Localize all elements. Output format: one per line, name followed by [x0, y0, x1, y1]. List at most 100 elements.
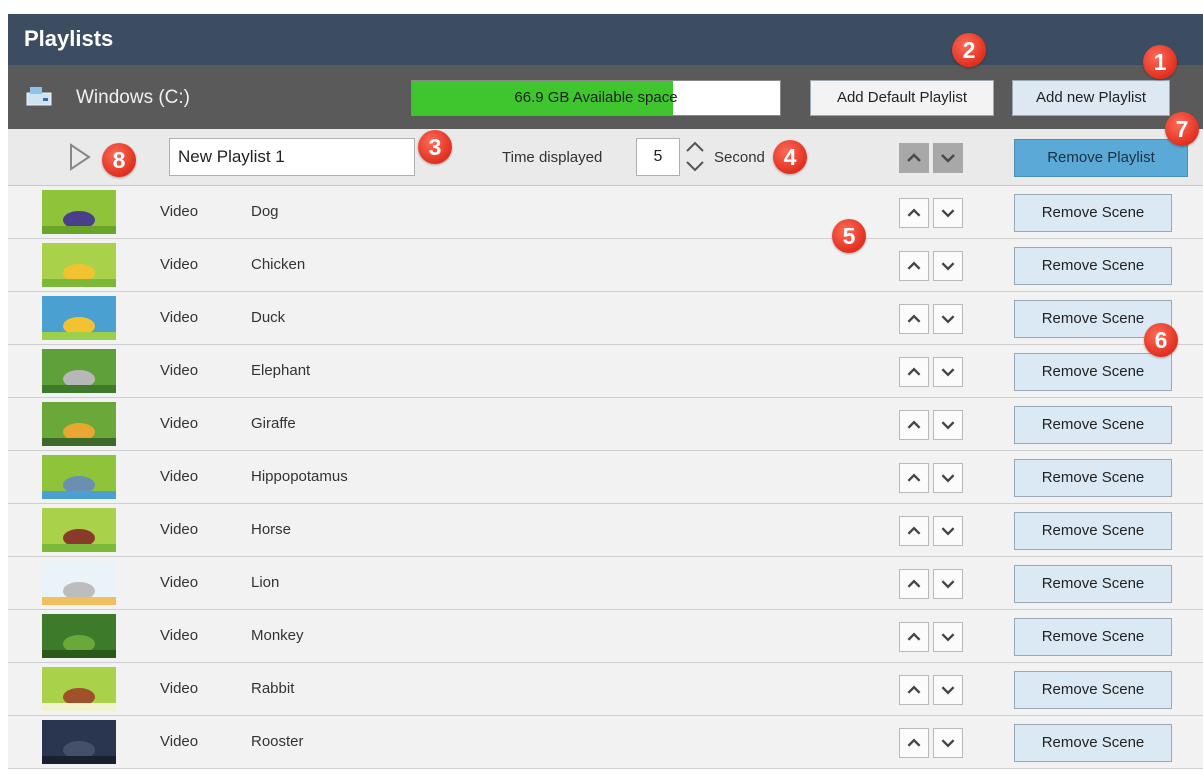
scene-thumbnail	[42, 455, 116, 499]
scene-thumbnail	[42, 561, 116, 605]
drive-icon	[26, 87, 52, 106]
scene-name: Rooster	[251, 733, 304, 750]
scene-thumbnail	[42, 402, 116, 446]
scene-row[interactable]: Video Elephant Remove Scene	[8, 345, 1203, 398]
scene-move-down-button[interactable]	[933, 304, 963, 334]
available-space-text: 66.9 GB Available space	[514, 89, 678, 106]
remove-playlist-button[interactable]: Remove Playlist	[1014, 139, 1188, 177]
remove-scene-button[interactable]: Remove Scene	[1014, 353, 1172, 391]
scene-row[interactable]: Video Monkey Remove Scene	[8, 610, 1203, 663]
scene-name: Hippopotamus	[251, 468, 348, 485]
window-title: Playlists	[24, 26, 114, 51]
scene-type: Video	[160, 733, 199, 750]
scene-row[interactable]: Video Hippopotamus Remove Scene	[8, 451, 1203, 504]
scene-name: Giraffe	[251, 415, 296, 432]
scene-type: Video	[160, 256, 199, 273]
scene-move-down-button[interactable]	[933, 622, 963, 652]
scene-type: Video	[160, 627, 199, 644]
add-default-playlist-button[interactable]: Add Default Playlist	[810, 80, 994, 116]
scene-row[interactable]: Video Giraffe Remove Scene	[8, 398, 1203, 451]
scene-name: Monkey	[251, 627, 304, 644]
scene-thumbnail	[42, 614, 116, 658]
scene-move-down-button[interactable]	[933, 728, 963, 758]
scene-name: Dog	[251, 203, 279, 220]
drive-label: Windows (C:)	[76, 87, 191, 108]
scene-row[interactable]: Video Horse Remove Scene	[8, 504, 1203, 557]
available-space-bar: 66.9 GB Available space	[411, 80, 781, 116]
callout-marker-7: 7	[1165, 112, 1199, 146]
remove-scene-button[interactable]: Remove Scene	[1014, 565, 1172, 603]
remove-scene-button[interactable]: Remove Scene	[1014, 406, 1172, 444]
scene-thumbnail	[42, 243, 116, 287]
scene-move-up-button[interactable]	[899, 622, 929, 652]
scene-type: Video	[160, 415, 199, 432]
scene-row[interactable]: Video Rooster Remove Scene	[8, 716, 1203, 769]
callout-marker-8: 8	[102, 143, 136, 177]
scene-name: Chicken	[251, 256, 306, 273]
scene-move-up-button[interactable]	[899, 410, 929, 440]
scene-thumbnail	[42, 296, 116, 340]
drive-bar: Windows (C:) 66.9 GB Available space Add…	[8, 65, 1203, 129]
scene-name: Elephant	[251, 362, 311, 379]
scene-thumbnail	[42, 667, 116, 711]
scene-move-up-button[interactable]	[899, 304, 929, 334]
scene-row[interactable]: Video Lion Remove Scene	[8, 557, 1203, 610]
spin-up-icon[interactable]	[683, 138, 707, 156]
playlist-name-input[interactable]	[169, 138, 415, 176]
scene-row[interactable]: Video Duck Remove Scene	[8, 292, 1203, 345]
scene-move-up-button[interactable]	[899, 516, 929, 546]
scene-move-down-button[interactable]	[933, 410, 963, 440]
scene-move-down-button[interactable]	[933, 516, 963, 546]
scene-type: Video	[160, 203, 199, 220]
remove-scene-button[interactable]: Remove Scene	[1014, 459, 1172, 497]
scene-move-up-button[interactable]	[899, 463, 929, 493]
scene-move-up-button[interactable]	[899, 198, 929, 228]
time-displayed-label: Time displayed	[502, 149, 603, 166]
scene-type: Video	[160, 362, 199, 379]
scene-row[interactable]: Video Chicken Remove Scene	[8, 239, 1203, 292]
playlist-move-up-button[interactable]	[899, 143, 929, 173]
add-new-playlist-button[interactable]: Add new Playlist	[1012, 80, 1170, 116]
scene-name: Duck	[251, 309, 286, 326]
scene-move-up-button[interactable]	[899, 251, 929, 281]
callout-marker-5: 5	[832, 219, 866, 253]
scene-move-up-button[interactable]	[899, 675, 929, 705]
scene-thumbnail	[42, 349, 116, 393]
play-icon[interactable]	[68, 143, 92, 171]
scene-move-down-button[interactable]	[933, 251, 963, 281]
remove-scene-button[interactable]: Remove Scene	[1014, 512, 1172, 550]
scene-row[interactable]: Video Dog Remove Scene	[8, 186, 1203, 239]
spin-down-icon[interactable]	[683, 157, 707, 175]
scene-thumbnail	[42, 508, 116, 552]
playlist-move-down-button[interactable]	[933, 143, 963, 173]
scene-move-down-button[interactable]	[933, 198, 963, 228]
scene-thumbnail	[42, 190, 116, 234]
scene-name: Rabbit	[251, 680, 295, 697]
remove-scene-button[interactable]: Remove Scene	[1014, 194, 1172, 232]
scene-move-down-button[interactable]	[933, 463, 963, 493]
scene-move-down-button[interactable]	[933, 675, 963, 705]
scene-row[interactable]: Video Rabbit Remove Scene	[8, 663, 1203, 716]
callout-marker-4: 4	[773, 140, 807, 174]
callout-marker-1: 1	[1143, 45, 1177, 79]
scene-move-up-button[interactable]	[899, 728, 929, 758]
scene-thumbnail	[42, 720, 116, 764]
remove-scene-button[interactable]: Remove Scene	[1014, 671, 1172, 709]
scene-move-up-button[interactable]	[899, 569, 929, 599]
scene-move-down-button[interactable]	[933, 569, 963, 599]
remove-scene-button[interactable]: Remove Scene	[1014, 618, 1172, 656]
callout-marker-2: 2	[952, 33, 986, 67]
scene-move-down-button[interactable]	[933, 357, 963, 387]
scene-type: Video	[160, 468, 199, 485]
scene-name: Horse	[251, 521, 292, 538]
remove-scene-button[interactable]: Remove Scene	[1014, 247, 1172, 285]
remove-scene-button[interactable]: Remove Scene	[1014, 724, 1172, 762]
scene-type: Video	[160, 521, 199, 538]
scene-list: Video Dog Remove Scene Video Chicken Rem…	[8, 186, 1203, 769]
callout-marker-3: 3	[418, 130, 452, 164]
time-displayed-input[interactable]: 5	[636, 138, 680, 176]
scene-type: Video	[160, 680, 199, 697]
scene-move-up-button[interactable]	[899, 357, 929, 387]
seconds-label: Second	[714, 149, 765, 166]
title-bar: Playlists	[8, 14, 1203, 65]
